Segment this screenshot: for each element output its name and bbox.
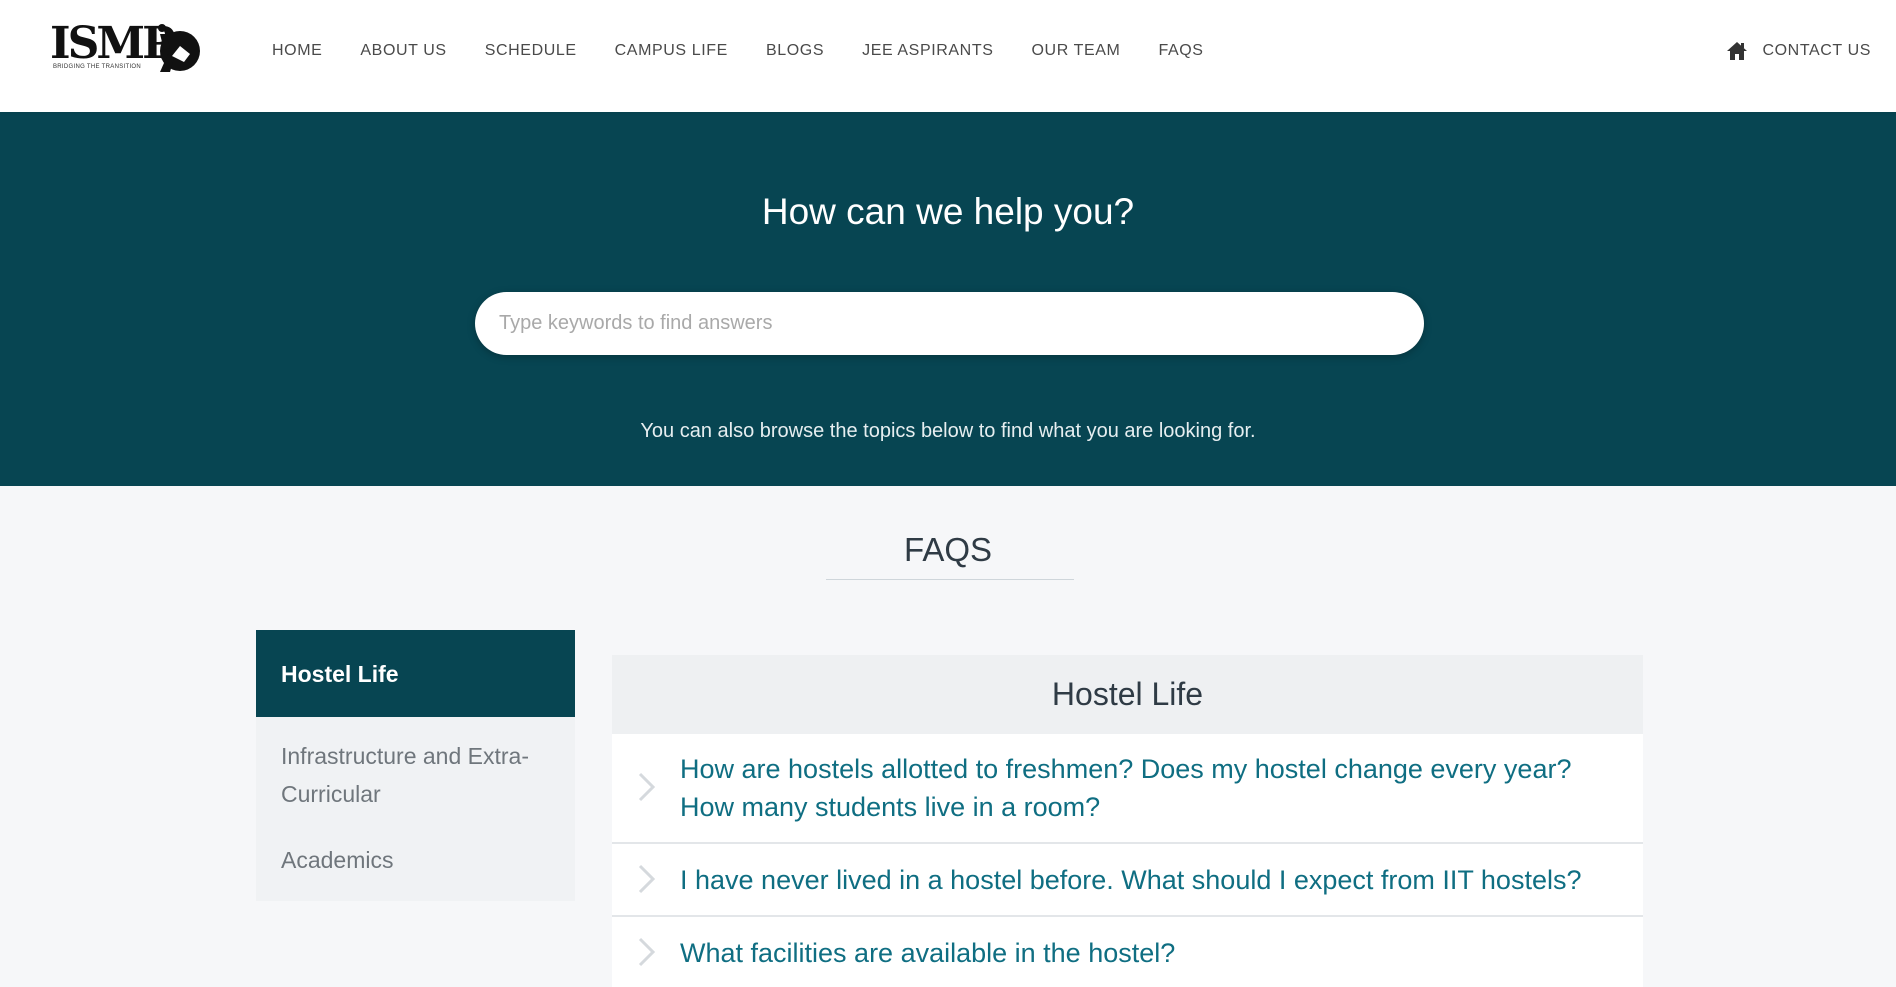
nav-home[interactable]: HOME [272,40,322,62]
nav-campus-life[interactable]: CAMPUS LIFE [615,40,728,62]
category-infrastructure[interactable]: Infrastructure and Extra-Curricular [256,717,575,825]
faq-question-item[interactable]: How are hostels allotted to freshmen? Do… [612,734,1643,844]
chevron-right-icon [638,772,656,802]
nav-about-us[interactable]: ABOUT US [360,40,446,62]
faq-category-sidebar: Hostel Life Infrastructure and Extra-Cur… [256,630,575,901]
site-header: ISMP BRIDGING THE TRANSITION HOME ABOUT … [0,0,1896,112]
hero-section: How can we help you? You can also browse… [0,112,1896,486]
faq-heading: FAQS [903,531,993,568]
nav-jee-aspirants[interactable]: JEE ASPIRANTS [862,40,993,62]
home-icon [1727,42,1748,60]
logo-tagline: BRIDGING THE TRANSITION [53,64,142,70]
faq-question-text: What facilities are available in the hos… [680,938,1176,968]
category-academics[interactable]: Academics [256,825,575,901]
nav-our-team[interactable]: OUR TEAM [1032,40,1121,62]
nav-blogs[interactable]: BLOGS [766,40,824,62]
contact-us-label: CONTACT US [1762,42,1871,59]
main-nav: HOME ABOUT US SCHEDULE CAMPUS LIFE BLOGS… [272,40,1242,62]
faq-question-text: How are hostels allotted to freshmen? Do… [680,754,1572,822]
faq-question-text: I have never lived in a hostel before. W… [680,865,1582,895]
faq-heading-divider [826,579,1074,580]
nav-faqs[interactable]: FAQS [1158,40,1203,62]
faq-panel: Hostel Life How are hostels allotted to … [612,655,1643,987]
hero-title: How can we help you? [761,191,1135,232]
faq-question-item[interactable]: I have never lived in a hostel before. W… [612,844,1643,917]
category-hostel-life[interactable]: Hostel Life [256,630,575,717]
nav-schedule[interactable]: SCHEDULE [485,40,577,62]
faq-search-input[interactable] [475,292,1424,355]
logo-mark-icon [158,24,200,72]
site-logo[interactable]: ISMP BRIDGING THE TRANSITION [50,18,202,76]
chevron-right-icon [638,937,656,967]
faq-question-item[interactable]: What facilities are available in the hos… [612,917,1643,987]
contact-us-link[interactable]: CONTACT US [1726,40,1871,62]
chevron-right-icon [638,864,656,894]
hero-subtitle: You can also browse the topics below to … [640,420,1256,442]
panel-title: Hostel Life [612,655,1643,734]
